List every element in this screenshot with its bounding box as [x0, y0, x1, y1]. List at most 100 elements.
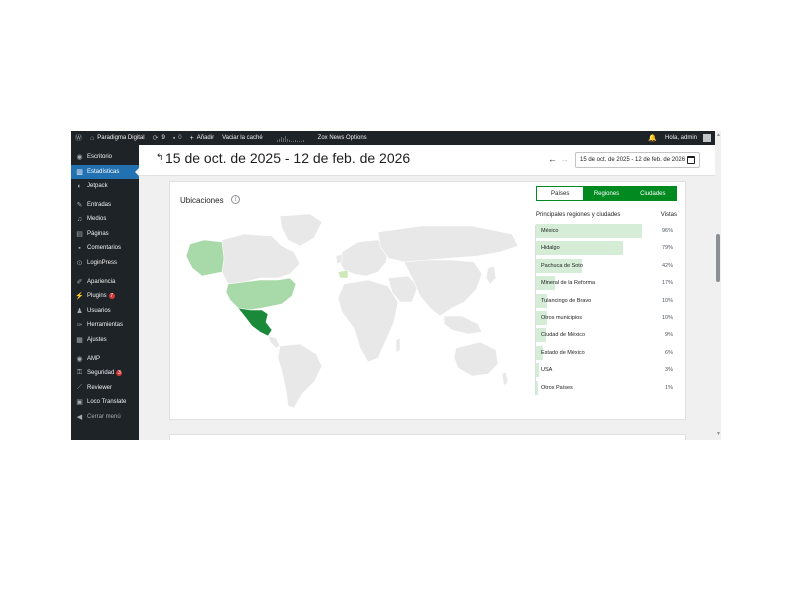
list-item[interactable]: USA 3% [536, 363, 677, 378]
sidebar-item-label: Usuarios [87, 308, 111, 314]
calendar-icon [687, 156, 695, 164]
date-range-picker[interactable]: 15 de oct. de 2025 - 12 de feb. de 2026 [575, 152, 700, 168]
sidebar-item-label: Escritorio [87, 154, 113, 160]
sidebar-item-paginas[interactable]: ▤ Páginas [71, 227, 139, 241]
sidebar-item-escritorio[interactable]: ◉ Escritorio [71, 150, 139, 164]
card-title: Ubicaciones [180, 196, 224, 205]
brush-icon: ✐ [76, 279, 83, 286]
account-menu[interactable]: Hola, admin [661, 131, 715, 145]
tab-ciudades[interactable]: Ciudades [629, 187, 676, 200]
views-percent: 10% [661, 315, 673, 321]
info-icon[interactable]: i [231, 195, 240, 204]
comments-link[interactable]: ▪ 0 [169, 131, 186, 145]
list-item[interactable]: Otros Países 1% [536, 380, 677, 395]
scrollbar-thumb[interactable] [716, 234, 720, 282]
date-range-value: 15 de oct. de 2025 - 12 de feb. de 2026 [580, 157, 686, 163]
clear-cache-button[interactable]: Vaciar la caché [218, 131, 267, 145]
users-icon: ♟ [76, 308, 83, 315]
views-percent: 96% [661, 228, 673, 234]
sidebar-item-label: Jetpack [87, 183, 108, 189]
map-region-japan [485, 265, 497, 285]
sidebar-item-medios[interactable]: ♫ Medios [71, 212, 139, 226]
map-region-southeast-asia [443, 315, 483, 335]
settings-icon: ▦ [76, 337, 83, 344]
location-label: Otros municipios [541, 315, 582, 321]
tab-paises[interactable]: Países [537, 187, 584, 200]
wordpress-logo-button[interactable]: Ⓦ [71, 131, 86, 145]
previous-period-button[interactable]: ← [548, 154, 557, 164]
location-label: USA [541, 367, 553, 374]
views-bar [536, 380, 538, 395]
sidebar-item-ajustes[interactable]: ▦ Ajustes [71, 333, 139, 347]
sidebar-item-seguridad[interactable]: ⚿ Seguridad 3 [71, 366, 139, 380]
sidebar-item-loco-translate[interactable]: ▣ Loco Translate [71, 395, 139, 409]
sparkline-icon [276, 134, 304, 142]
sidebar-item-label: Medios [87, 216, 107, 222]
comment-icon: ▪ [172, 134, 176, 142]
list-item[interactable]: Ciudad de México 9% [536, 328, 677, 343]
list-item[interactable]: México 96% [536, 224, 677, 238]
sidebar-item-apariencia[interactable]: ✐ Apariencia [71, 275, 139, 289]
location-tabs: Países Regiones Ciudades [536, 186, 677, 201]
sidebar-item-plugins[interactable]: ⚡ Plugins 7 [71, 289, 139, 303]
plus-icon: + [189, 134, 194, 142]
list-item[interactable]: Estado de México 6% [536, 345, 677, 360]
notifications-button[interactable]: 🔔 [644, 131, 661, 145]
updates-link[interactable]: ⟳ 9 [149, 131, 169, 145]
sidebar-item-entradas[interactable]: ✎ Entradas [71, 198, 139, 212]
list-item[interactable]: Pachuca de Soto 42% [536, 258, 677, 273]
scroll-up-icon[interactable]: ▲ [716, 132, 721, 138]
location-label: Pachuca de Soto [541, 262, 583, 269]
sidebar-item-reviewer[interactable]: ⟋ Reviewer [71, 381, 139, 395]
map-region-new-zealand [501, 371, 509, 387]
new-label: Añadir [196, 135, 215, 141]
window-scrollbar[interactable]: ▲ ▼ [715, 131, 721, 440]
comment-icon: ▪ [78, 244, 81, 252]
views-percent: 42% [661, 262, 673, 269]
sidebar-item-label: LoginPress [87, 260, 118, 266]
map-region-mexico [237, 307, 273, 337]
views-percent: 10% [661, 297, 673, 304]
sidebar-item-label: Entradas [87, 202, 112, 208]
list-item[interactable]: Mineral de la Reforma 17% [536, 276, 677, 291]
collapse-menu-button[interactable]: ◀ Cerrar menú [71, 410, 139, 424]
zox-label: Zox News Options [317, 135, 367, 141]
site-name-link[interactable]: ⌂ Paradigma Digital [86, 131, 149, 145]
world-map[interactable] [182, 212, 522, 412]
zox-options-link[interactable]: Zox News Options [314, 131, 371, 145]
back-icon[interactable]: ↰ [156, 152, 164, 163]
browser-viewport: Ⓦ ⌂ Paradigma Digital ⟳ 9 ▪ 0 + Añadir V… [71, 131, 721, 440]
map-region-russia [377, 225, 519, 263]
column-header-regions: Principales regiones y ciudades [536, 212, 621, 218]
sidebar-item-usuarios[interactable]: ♟ Usuarios [71, 304, 139, 318]
sidebar-item-label: Apariencia [87, 279, 116, 285]
location-label: Ciudad de México [541, 332, 586, 339]
tab-regiones[interactable]: Regiones [583, 187, 630, 200]
sidebar-item-amp[interactable]: ◉ AMP [71, 352, 139, 366]
table-header: Principales regiones y ciudades Vistas [536, 212, 677, 218]
sidebar-item-jetpack[interactable]: ◐ Jetpack [71, 179, 139, 193]
stats-icon: ▥ [76, 169, 83, 176]
stats-sparkline[interactable] [267, 131, 314, 145]
plugin-icon: ⚡ [75, 293, 84, 300]
sidebar-item-herramientas[interactable]: ✑ Herramientas [71, 318, 139, 332]
list-item[interactable]: Otros municipios 10% [536, 311, 677, 325]
sidebar-item-loginpress[interactable]: ⊙ LoginPress [71, 256, 139, 270]
map-region-africa [337, 279, 399, 363]
sidebar-item-label: Estadísticas [87, 169, 120, 175]
new-content-button[interactable]: + Añadir [186, 131, 218, 145]
views-percent: 17% [661, 280, 673, 287]
list-item[interactable]: Tulancingo de Bravo 10% [536, 293, 677, 308]
map-region-usa [225, 277, 297, 311]
admin-sidebar: ◉ Escritorio ▥ Estadísticas ◐ Jetpack ✎ … [71, 145, 139, 440]
scroll-down-icon[interactable]: ▼ [716, 431, 721, 437]
lock-icon: ⚿ [76, 369, 83, 376]
main-content: ↰ 15 de oct. de 2025 - 12 de feb. de 202… [139, 145, 715, 440]
next-period-button[interactable]: → [560, 154, 569, 164]
comments-count: 0 [178, 135, 182, 141]
location-label: Mineral de la Reforma [541, 280, 596, 287]
sidebar-item-estadisticas[interactable]: ▥ Estadísticas [71, 165, 139, 179]
sidebar-item-label: Plugins [87, 293, 107, 299]
list-item[interactable]: Hidalgo 79% [536, 241, 677, 256]
sidebar-item-comentarios[interactable]: ▪ Comentarios [71, 241, 139, 255]
